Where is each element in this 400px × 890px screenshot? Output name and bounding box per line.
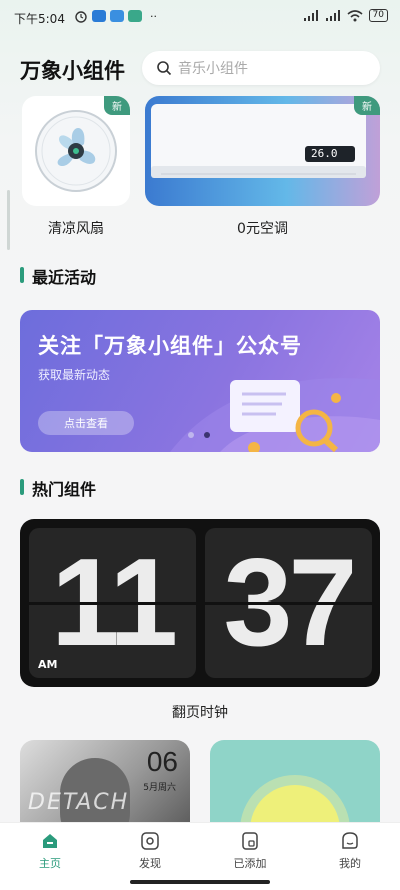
profile-icon <box>342 832 358 849</box>
widget-label-aircon: 0元空调 <box>237 221 288 237</box>
home-indicator[interactable] <box>130 880 270 884</box>
widget-label-clock: 翻页时钟 <box>172 705 228 721</box>
section-marker <box>20 479 24 495</box>
section-marker <box>20 267 24 283</box>
flip-clock-widget[interactable]: 11 AM 37 <box>20 519 380 687</box>
widget-label-fan: 清凉风扇 <box>48 221 104 237</box>
search-icon <box>157 61 172 76</box>
scroll-indicator <box>7 190 10 250</box>
discover-icon <box>141 832 159 850</box>
status-bar: 下午5:04 ·· 70 <box>0 0 400 34</box>
app-notification-icon <box>128 10 142 22</box>
aircon-temp-display: 26.0 <box>311 147 338 160</box>
section-title-recent: 最近活动 <box>32 268 97 287</box>
section-title-popular: 热门组件 <box>32 480 97 499</box>
nav-label: 主页 <box>39 857 61 870</box>
alarm-icon <box>75 11 87 23</box>
app-notification-icon <box>110 10 124 22</box>
banner-view-button[interactable]: 点击查看 <box>38 411 134 435</box>
flip-divider <box>205 602 372 605</box>
nav-added[interactable]: 已添加 <box>220 831 280 871</box>
nav-label: 我的 <box>339 857 361 870</box>
status-time: 下午5:04 <box>14 12 65 26</box>
search-placeholder: 音乐小组件 <box>178 61 248 77</box>
carousel-dot[interactable] <box>188 432 194 438</box>
added-widgets-icon <box>242 832 258 850</box>
status-right: 70 <box>303 9 388 22</box>
app-title: 万象小组件 <box>20 59 125 83</box>
activity-banner[interactable]: 关注「万象小组件」公众号 获取最新动态 点击查看 <box>20 310 380 452</box>
flip-divider <box>29 602 196 605</box>
home-icon <box>43 834 57 848</box>
carousel-dot-active[interactable] <box>204 432 210 438</box>
wifi-icon <box>347 9 363 21</box>
fan-widget-card[interactable]: 新 <box>22 96 130 206</box>
clock-ampm: AM <box>38 658 58 671</box>
air-conditioner-icon <box>151 104 366 178</box>
banner-title: 关注「万象小组件」公众号 <box>38 334 302 358</box>
app-notification-icon <box>92 10 106 22</box>
flip-clock-minute-panel: 37 <box>205 528 372 678</box>
banner-subtitle: 获取最新动态 <box>38 368 111 382</box>
photo-day-number: 06 <box>146 746 178 777</box>
nav-discover[interactable]: 发现 <box>120 831 180 871</box>
more-notifications-icon: ·· <box>150 9 157 23</box>
battery-icon: 70 <box>368 9 388 22</box>
aircon-widget-card[interactable]: 26.0 新 <box>145 96 380 206</box>
search-input[interactable]: 音乐小组件 <box>142 51 380 85</box>
notification-icons: ·· <box>74 9 157 23</box>
signal-icon <box>303 9 318 21</box>
nav-profile[interactable]: 我的 <box>320 831 380 871</box>
nav-home[interactable]: 主页 <box>20 831 80 871</box>
flip-clock-hour-panel: 11 AM <box>29 528 196 678</box>
new-badge: 新 <box>104 96 130 115</box>
nav-label: 发现 <box>139 857 161 870</box>
photo-date: 5月周六 <box>143 783 176 793</box>
new-badge: 新 <box>354 96 380 115</box>
signal-icon <box>325 9 340 21</box>
photo-overlay-text: DETACH <box>28 790 130 815</box>
nav-label: 已添加 <box>233 857 267 870</box>
